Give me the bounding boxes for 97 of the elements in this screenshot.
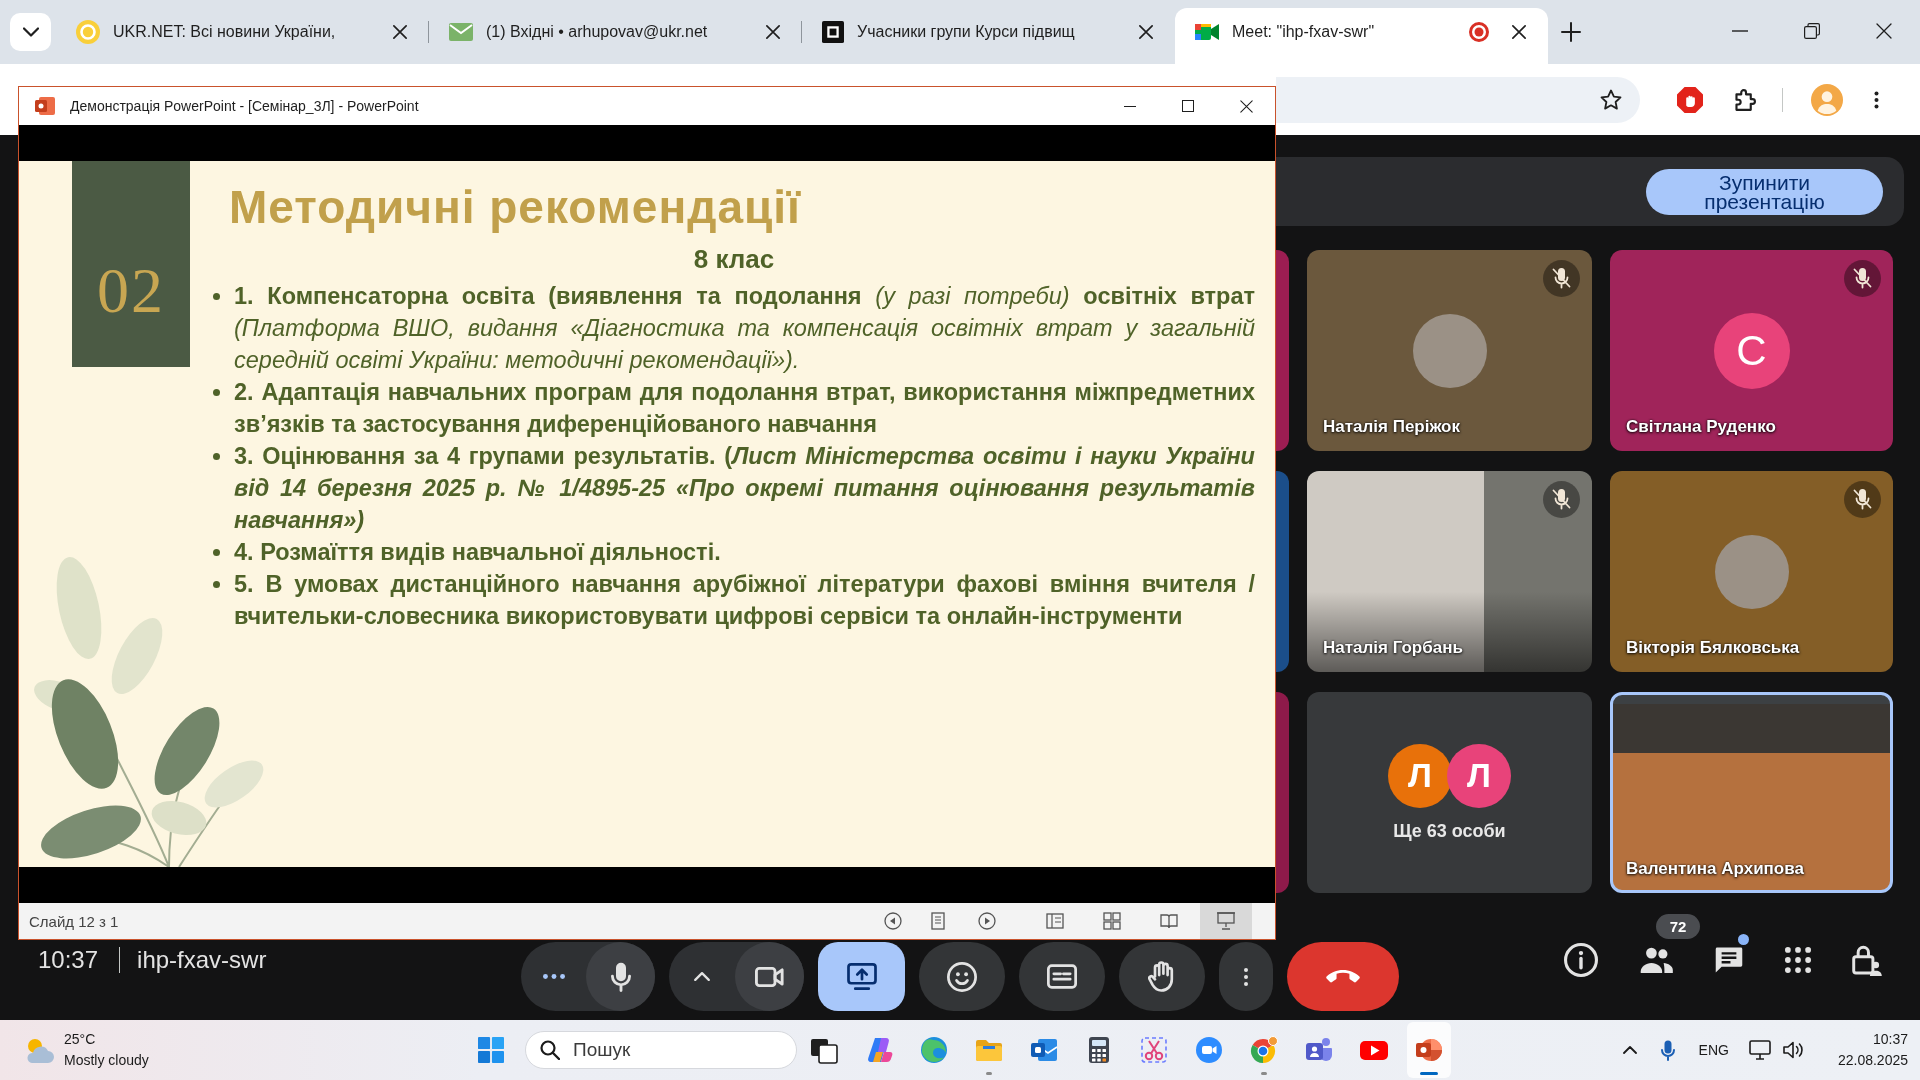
letter-avatar: С: [1713, 312, 1790, 389]
participant-name: Наталія Періжок: [1323, 417, 1460, 437]
close-icon[interactable]: [393, 25, 407, 39]
more-vertical-icon: [1243, 966, 1249, 987]
bullet-icon: [213, 549, 220, 556]
meeting-time: 10:37: [38, 946, 99, 974]
slide-counter: Слайд 12 з 1: [29, 912, 119, 930]
participant-count-badge: 72: [1656, 914, 1700, 939]
meeting-code: ihp-fxav-swr: [137, 946, 267, 974]
slide-title: Методичні рекомендації: [229, 180, 801, 235]
close-icon[interactable]: [1512, 25, 1526, 39]
more-dots-icon[interactable]: [542, 974, 565, 979]
slideshow-button[interactable]: [1200, 903, 1252, 939]
square-logo-icon: [822, 21, 844, 43]
close-icon[interactable]: [1139, 25, 1153, 39]
browser-icon: [920, 1036, 948, 1064]
close-icon[interactable]: [1876, 23, 1892, 39]
apps-grid-icon[interactable]: [1785, 947, 1811, 973]
bullet-text: 3. Оцінювання за 4 групами результатів. (Лист Міністерства освіти і науки України від 14 березня 2025 р. № 1/4895-25 «Про окремі питання оцінювання результатів навчання»): [234, 442, 1255, 535]
browser-tab[interactable]: UKR.NET: Всі новини України,: [56, 8, 429, 64]
puzzle-icon[interactable]: [1735, 88, 1757, 111]
present-screen-icon: [846, 963, 877, 990]
layout-icon[interactable]: [1046, 912, 1064, 930]
circle-logo-icon: [76, 20, 100, 44]
weather-condition: Mostly cloudy: [64, 1051, 149, 1070]
browser-tab[interactable]: (1) Вхідні • arhupovav@ukr.net: [429, 8, 802, 64]
stop-presenting-button[interactable]: Зупинити презентацію: [1646, 168, 1883, 215]
close-icon[interactable]: [766, 25, 780, 39]
letter-avatar: Л: [1388, 743, 1452, 808]
bullet-text: 5. В умовах дистанційного навчання арубіжної літератури фахові вміння вчителя / вчительки-словесника використовувати цифрові сервіси та онлайн-інструменти: [234, 570, 1255, 631]
captions-icon: [1047, 964, 1077, 989]
mic-icon: [609, 961, 632, 992]
mic-icon[interactable]: [1660, 1039, 1675, 1061]
monitor-icon[interactable]: [1748, 1040, 1771, 1060]
circle-arrow-right-icon[interactable]: [978, 912, 996, 930]
bullet-icon: [213, 453, 220, 460]
video-camera-icon: [754, 966, 785, 987]
stop-sign-icon[interactable]: [1677, 86, 1703, 113]
participant-name: Наталія Горбань: [1323, 638, 1463, 658]
screen-icon: [1217, 912, 1235, 930]
speaker-icon[interactable]: [1781, 1041, 1804, 1059]
temperature: 25°C: [64, 1030, 97, 1049]
info-icon[interactable]: [1564, 943, 1598, 977]
more-participants-label: Ще 63 особи: [1393, 819, 1506, 842]
swirl-icon: [865, 1036, 893, 1064]
browser-tab[interactable]: Meet: "ihp-fxav-swr": [1175, 8, 1548, 64]
start-icon[interactable]: [478, 1037, 504, 1063]
team-icon: [1305, 1036, 1333, 1064]
clock-time[interactable]: 10:37: [1872, 1029, 1908, 1050]
restore-icon[interactable]: [1804, 23, 1820, 39]
participant-name: Світлана Руденко: [1626, 417, 1776, 437]
tab-search-button[interactable]: [10, 13, 51, 51]
grid-icon[interactable]: [1103, 912, 1121, 930]
minimize-icon[interactable]: [1124, 105, 1136, 107]
bullet-text: 4. Розмаїття видів навчальної діяльності.: [234, 538, 722, 567]
bullet-icon: [213, 293, 220, 300]
star-icon[interactable]: [1600, 88, 1622, 111]
smiley-icon: [947, 961, 977, 992]
people-icon[interactable]: [1639, 947, 1673, 973]
present-button[interactable]: [818, 942, 905, 1011]
page-icon[interactable]: [929, 912, 947, 930]
language-indicator[interactable]: ENG: [1698, 1042, 1729, 1058]
clock-date[interactable]: 22.08.2025: [1837, 1050, 1908, 1071]
circle-arrow-left-icon[interactable]: [884, 912, 902, 930]
video-camera-icon: [1195, 23, 1219, 41]
bullet-icon: [213, 389, 220, 396]
bullet-icon: [213, 581, 220, 588]
scissors-icon: [1140, 1036, 1168, 1064]
participant-name: Валентина Архипова: [1626, 859, 1804, 879]
participant-name: Вікторія Бялковська: [1626, 638, 1800, 658]
chevron-down-icon: [22, 27, 39, 37]
video-camera-icon: [1195, 1036, 1223, 1064]
plus-icon[interactable]: [1561, 22, 1581, 42]
chat-icon[interactable]: [1714, 946, 1744, 974]
phone-icon: [1326, 969, 1360, 984]
presentation-icon: [1415, 1036, 1443, 1064]
chevron-up-icon[interactable]: [1622, 1046, 1637, 1054]
presentation-icon: [35, 96, 55, 116]
hand-icon: [1148, 961, 1176, 992]
close-icon[interactable]: [1239, 99, 1253, 113]
book-icon[interactable]: [1160, 912, 1178, 930]
window-title: Демонстрація PowerPoint - [Семінар_3Л] - PowerPoint: [70, 98, 419, 114]
more-vertical-icon[interactable]: [1874, 90, 1879, 109]
envelope-icon: [449, 22, 473, 42]
section-number: 02: [97, 258, 165, 324]
slide-subtitle: 8 клас: [693, 243, 775, 276]
maximize-icon[interactable]: [1182, 100, 1194, 112]
bullet-text: 1. Компенсаторна освіта (виявлення та подолання (у разі потреби) освітніх втрат (Платформа ВШО, видання «Діагностика та компенсація освітніх втрат у загальній середній освіті України: методичні рекомендації»).: [234, 282, 1255, 375]
search-field[interactable]: Пошук: [525, 1031, 797, 1069]
browser-tab[interactable]: Учасники групи Курси підвищ: [802, 8, 1175, 64]
letter-avatar: Л: [1447, 743, 1511, 808]
squares-icon: [810, 1036, 838, 1064]
search-icon: [540, 1040, 560, 1060]
bullet-text: 2. Адаптація навчальних програм для подолання втрат, використання міжпредметних зв’язків та застосування диференційованого навчання: [234, 378, 1255, 439]
mail-icon: [1030, 1036, 1058, 1064]
lock-person-icon[interactable]: [1852, 944, 1882, 976]
browser-icon: [1250, 1036, 1278, 1064]
